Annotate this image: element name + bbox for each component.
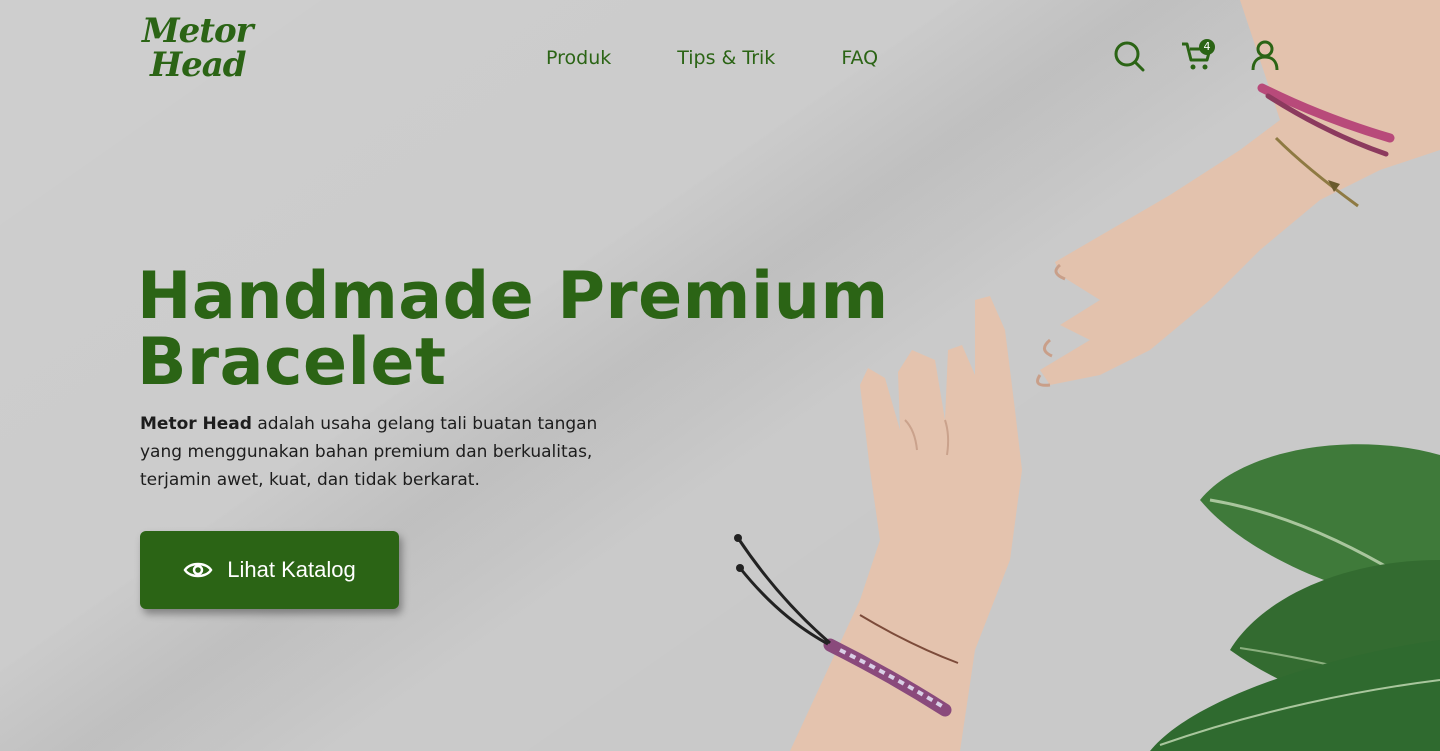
view-catalog-button[interactable]: Lihat Katalog	[140, 531, 399, 609]
search-icon	[1114, 41, 1145, 72]
nav-link-produk[interactable]: Produk	[546, 47, 611, 69]
hero-desc-line3: terjamin awet, kuat, dan tidak berkarat.	[140, 470, 480, 490]
cart-count-badge: 4	[1199, 39, 1215, 55]
nav-link-faq[interactable]: FAQ	[841, 47, 878, 69]
search-button[interactable]	[1112, 36, 1146, 74]
logo-text-line1: Metor	[142, 11, 254, 51]
hero-description: Metor Head adalah usaha gelang tali buat…	[140, 410, 610, 494]
hero-title: Handmade Premium Bracelet	[137, 264, 889, 396]
hero-desc-brand: Metor Head	[140, 414, 252, 434]
eye-icon	[183, 562, 213, 578]
header-actions: 4	[1112, 36, 1282, 74]
view-catalog-label: Lihat Katalog	[227, 557, 356, 582]
cart-button[interactable]: 4	[1180, 36, 1215, 74]
brand-logo[interactable]: Metor Head	[142, 11, 254, 94]
hero-desc-line2: yang menggunakan bahan premium dan berku…	[140, 442, 593, 462]
account-button[interactable]	[1248, 36, 1282, 74]
hero-title-line1: Handmade Premium	[137, 259, 889, 334]
hero-title-line2: Bracelet	[137, 325, 447, 400]
main-nav: Produk Tips & Trik FAQ	[546, 47, 878, 69]
user-icon	[1251, 40, 1279, 71]
hero-desc-line1: adalah usaha gelang tali buatan tangan	[257, 414, 598, 434]
logo-text-line2: Head	[150, 45, 247, 85]
nav-link-tips-trik[interactable]: Tips & Trik	[677, 47, 775, 69]
